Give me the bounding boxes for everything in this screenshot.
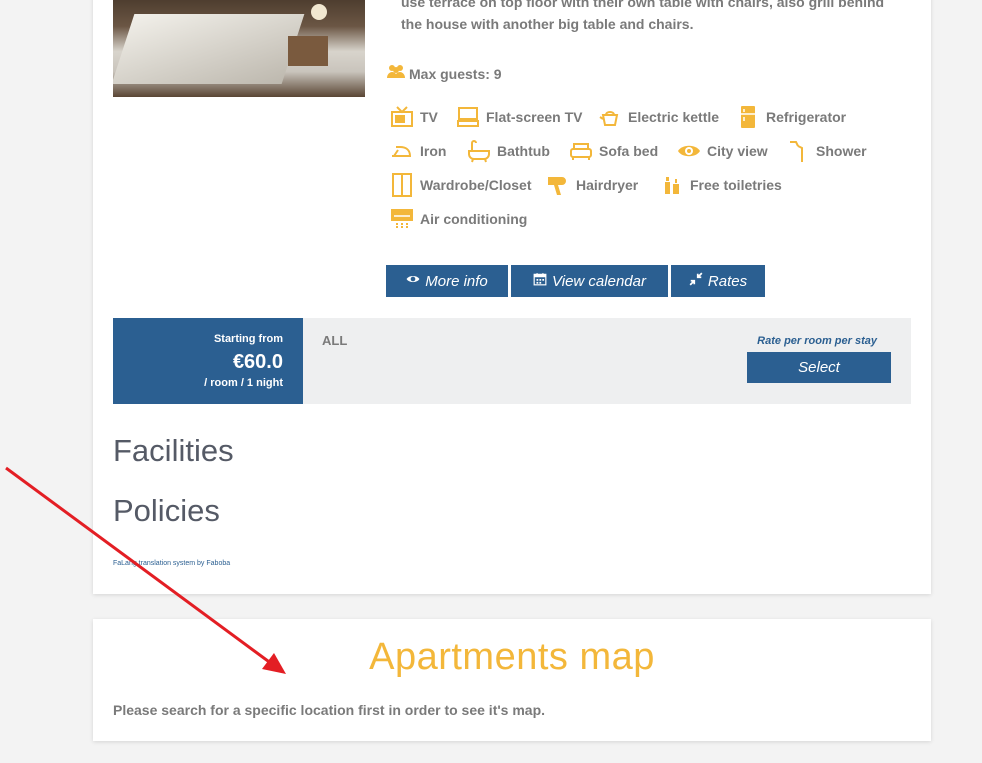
hairdryer-icon (546, 173, 570, 197)
amenity-hairdryer: Hairdryer (546, 173, 638, 197)
amenity-wardrobe: Wardrobe/Closet (390, 173, 532, 197)
amenity-label: Air conditioning (420, 211, 528, 227)
amenity-iron: Iron (390, 139, 446, 163)
amenity-label: Hairdryer (576, 177, 639, 193)
kettle-icon (598, 105, 622, 129)
rate-name: ALL (322, 333, 348, 348)
bathtub-icon (467, 139, 491, 163)
rate-row: Starting from €60.0 / room / 1 night ALL… (113, 318, 911, 404)
amenity-label: Free toiletries (690, 177, 782, 193)
calendar-icon (533, 272, 547, 290)
max-guests-label: Max guests: 9 (409, 65, 502, 82)
amenity-flat-screen-tv: Flat-screen TV (456, 105, 582, 129)
falang-credit-link[interactable]: FaLang translation system by Faboba (113, 560, 230, 567)
shower-icon (786, 139, 810, 163)
rates-button[interactable]: Rates (671, 265, 765, 297)
map-note: Please search for a specific location fi… (113, 702, 546, 718)
amenity-tv: TV (390, 105, 438, 129)
sofa-bed-icon (569, 139, 593, 163)
amenity-label: Flat-screen TV (486, 109, 583, 125)
amenity-label: City view (707, 143, 768, 159)
max-guests: Max guests: 9 (387, 64, 502, 83)
amenity-label: Bathtub (497, 143, 550, 159)
starting-from-label: Starting from (213, 333, 283, 345)
nightstand-image-part (288, 36, 328, 66)
policies-heading: Policies (113, 493, 220, 528)
rates-label: Rates (707, 272, 748, 290)
eye-icon (677, 139, 701, 163)
guests-icon (387, 64, 405, 83)
air-conditioning-icon (390, 207, 414, 231)
amenity-sofa-bed: Sofa bed (569, 139, 658, 163)
more-info-button[interactable]: More info (386, 265, 508, 297)
iron-icon (390, 139, 414, 163)
price-amount: €60.0 (232, 351, 283, 373)
more-info-label: More info (425, 272, 488, 290)
flat-screen-tv-icon (456, 105, 480, 129)
room-description: use terrace on top floor with their own … (401, 0, 885, 32)
amenity-shower: Shower (786, 139, 867, 163)
amenity-electric-kettle: Electric kettle (598, 105, 719, 129)
wardrobe-icon (390, 173, 414, 197)
amenity-label: Refrigerator (766, 109, 847, 125)
amenity-label: Sofa bed (599, 143, 659, 159)
view-calendar-label: View calendar (552, 272, 646, 290)
lamp-image-part (311, 4, 327, 20)
select-button[interactable]: Select (747, 352, 891, 383)
tv-icon (390, 105, 414, 129)
view-calendar-button[interactable]: View calendar (511, 265, 668, 297)
facilities-heading: Facilities (113, 433, 234, 468)
bed-image-part (113, 14, 305, 84)
amenity-label: Wardrobe/Closet (420, 177, 532, 193)
price-per-label: / room / 1 night (204, 377, 283, 389)
amenity-label: Electric kettle (628, 109, 720, 125)
amenity-city-view: City view (677, 139, 768, 163)
amenity-free-toiletries: Free toiletries (660, 173, 782, 197)
amenity-refrigerator: Refrigerator (736, 105, 846, 129)
rate-type-label: Rate per room per stay (757, 335, 877, 347)
map-title: Apartments map (369, 636, 655, 678)
amenity-label: Iron (420, 143, 447, 159)
price-box: Starting from €60.0 / room / 1 night (113, 318, 303, 404)
amenity-label: Shower (816, 143, 867, 159)
amenity-air-conditioning: Air conditioning (390, 207, 527, 231)
amenity-label: TV (420, 109, 438, 125)
refrigerator-icon (736, 105, 760, 129)
room-photo[interactable] (113, 0, 365, 97)
toiletries-icon (660, 173, 684, 197)
compress-icon (689, 272, 703, 290)
amenity-bathtub: Bathtub (467, 139, 550, 163)
eye-icon (406, 272, 420, 290)
